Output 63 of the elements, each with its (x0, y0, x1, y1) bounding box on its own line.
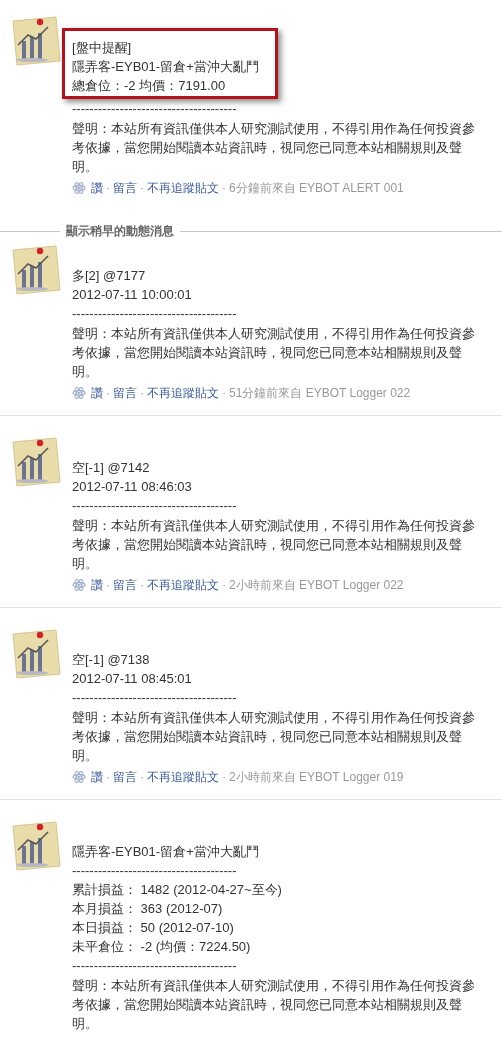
disclaimer-text: 聲明：本站所有資訊僅供本人研究測試使用，不得引用作為任何投資參考依據，當您開始閱讀本站資訊時，視同您已同意本站相關規則及聲明。 (72, 325, 476, 381)
disclaimer-text: 聲明：本站所有資訊僅供本人研究測試使用，不得引用作為任何投資參考依據，當您開始閱讀本站資訊時，視同您已同意本站相關規則及聲明。 (72, 517, 476, 573)
separator-dot: · (139, 769, 145, 785)
atom-icon (72, 181, 86, 195)
post-text: -------------------------------------- (72, 862, 238, 880)
action-link[interactable]: 讚 (91, 180, 103, 196)
post-text: 隱弄客-EYB01-留倉+當沖大亂鬥 (72, 843, 260, 861)
post-timestamp: 51分鐘前來自 EYBOT Logger 022 (229, 385, 411, 401)
sticky-note-chart-icon[interactable] (10, 436, 62, 488)
separator-dot: · (105, 577, 111, 593)
atom-icon (72, 770, 86, 784)
disclaimer-text: 聲明：本站所有資訊僅供本人研究測試使用，不得引用作為任何投資參考依據，當您開始閱讀本站資訊時，視同您已同意本站相關規則及聲明。 (72, 120, 476, 176)
alert-text: [盤中提醒] (72, 39, 133, 57)
post-text: -------------------------------------- (72, 957, 238, 975)
post-text: 本日損益： 50 (2012-07-10) (72, 919, 235, 937)
sticky-note-chart-icon[interactable] (10, 820, 62, 872)
separator-dot: · (139, 577, 145, 593)
post-timestamp: 2小時前來自 EYBOT Logger 019 (229, 769, 404, 785)
post-text: -------------------------------------- (72, 689, 238, 707)
divider-label[interactable]: 顯示稍早的動態消息 (60, 222, 180, 240)
post-text: 2012-07-11 08:46:03 (72, 478, 193, 496)
action-link[interactable]: 讚 (91, 769, 103, 785)
action-link[interactable]: 讚 (91, 385, 103, 401)
post-text: 本月損益： 363 (2012-07) (72, 900, 224, 918)
separator-dot: · (105, 769, 111, 785)
post-text: 多[2] @7177 (72, 267, 147, 285)
disclaimer-text: 聲明：本站所有資訊僅供本人研究測試使用，不得引用作為任何投資參考依據，當您開始閱讀本站資訊時，視同您已同意本站相關規則及聲明。 (72, 977, 476, 1033)
sticky-note-chart-icon[interactable] (10, 244, 62, 296)
post-timestamp: 6分鐘前來自 EYBOT ALERT 001 (229, 180, 404, 196)
atom-icon (72, 386, 86, 400)
action-link[interactable]: 不再追蹤貼文 (147, 180, 219, 196)
separator-dot: · (139, 180, 145, 196)
post-text: 未平倉位： -2 (均價：7224.50) (72, 938, 252, 956)
sticky-note-chart-icon[interactable] (10, 628, 62, 680)
action-link[interactable]: 不再追蹤貼文 (147, 769, 219, 785)
action-link[interactable]: 留言 (113, 180, 137, 196)
separator-dot: · (221, 180, 227, 196)
sticky-note-chart-icon[interactable] (10, 15, 62, 67)
post-text: -------------------------------------- (72, 497, 238, 515)
disclaimer-text: 聲明：本站所有資訊僅供本人研究測試使用，不得引用作為任何投資參考依據，當您開始閱讀本站資訊時，視同您已同意本站相關規則及聲明。 (72, 709, 476, 765)
action-link[interactable]: 留言 (113, 769, 137, 785)
action-link[interactable]: 留言 (113, 385, 137, 401)
atom-icon (72, 578, 86, 592)
separator-dot: · (221, 577, 227, 593)
action-link[interactable]: 不再追蹤貼文 (147, 385, 219, 401)
alert-text: 隱弄客-EYB01-留倉+當沖大亂鬥 (72, 58, 260, 76)
action-link[interactable]: 讚 (91, 577, 103, 593)
post-text: 2012-07-11 10:00:01 (72, 286, 193, 304)
post-timestamp: 2小時前來自 EYBOT Logger 022 (229, 577, 404, 593)
separator-dot: · (139, 385, 145, 401)
post-text: 空[-1] @7142 (72, 459, 151, 477)
separator-dot: · (105, 180, 111, 196)
action-link[interactable]: 留言 (113, 577, 137, 593)
post-text: 空[-1] @7138 (72, 651, 151, 669)
alert-text: 總倉位：-2 均價：7191.00 (72, 77, 227, 95)
action-link[interactable]: 不再追蹤貼文 (147, 577, 219, 593)
post-text: 累計損益： 1482 (2012-04-27~至今) (72, 881, 283, 899)
post-text: -------------------------------------- (72, 100, 238, 118)
post-text: 2012-07-11 08:45:01 (72, 670, 193, 688)
separator-dot: · (105, 385, 111, 401)
separator-dot: · (221, 769, 227, 785)
post-text: -------------------------------------- (72, 305, 238, 323)
separator-dot: · (221, 385, 227, 401)
